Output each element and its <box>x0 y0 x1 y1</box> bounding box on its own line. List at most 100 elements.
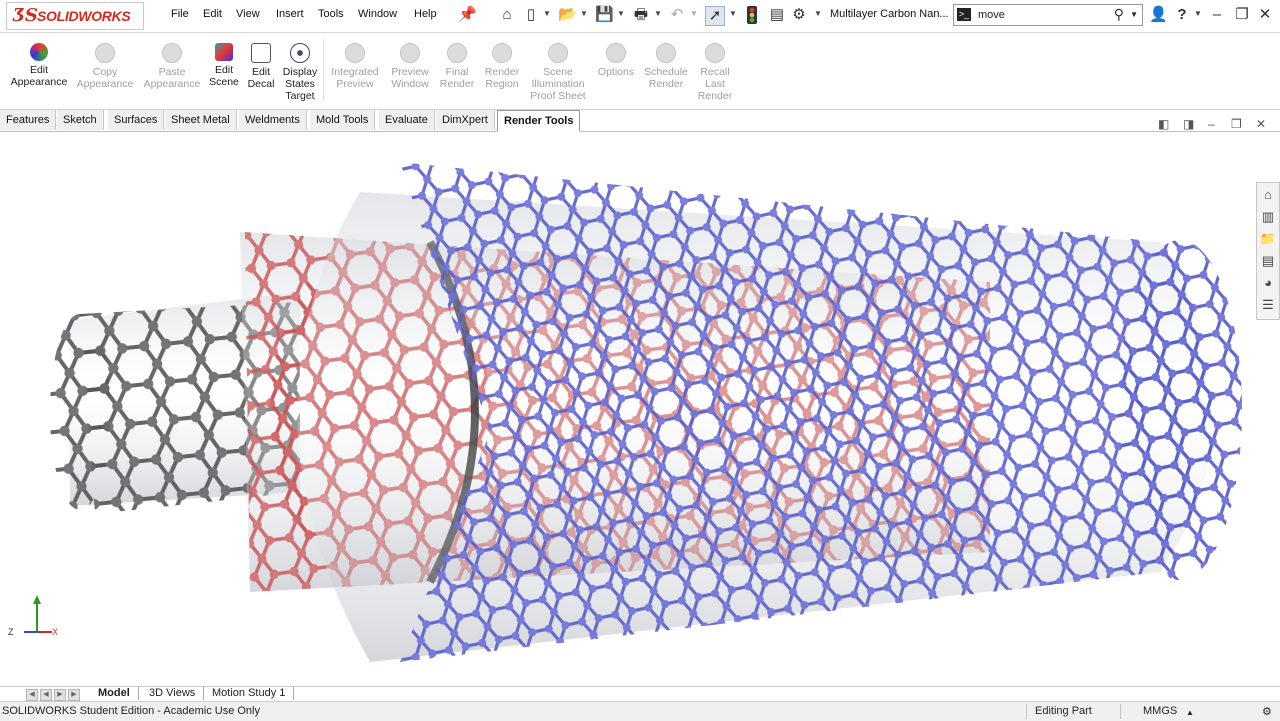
menu-edit[interactable]: Edit <box>203 8 222 20</box>
search-icon[interactable]: ⚲ <box>1114 6 1124 23</box>
home-icon[interactable]: ⌂ <box>498 6 516 24</box>
integrated-preview-button[interactable]: Integrated Preview <box>327 43 383 90</box>
last-tab-nav-icon[interactable]: ▶ <box>68 689 80 701</box>
menu-help[interactable]: Help <box>414 8 437 20</box>
view-palette-icon[interactable]: ▤ <box>1259 252 1277 270</box>
preview-window-button[interactable]: Preview Window <box>387 43 433 90</box>
viewport-minimize-icon[interactable]: – <box>1208 117 1215 131</box>
render-options-icon <box>606 43 626 63</box>
viewport-restore-icon[interactable]: ❐ <box>1231 117 1242 131</box>
next-view-icon[interactable]: ◨ <box>1183 117 1194 131</box>
menu-view[interactable]: View <box>236 8 260 20</box>
rebuild-options-icon[interactable]: ▤ <box>768 6 786 24</box>
status-bar: SOLIDWORKS Student Edition - Academic Us… <box>0 701 1280 721</box>
select-cursor-icon[interactable]: ➚ <box>705 6 725 26</box>
units-status[interactable]: MMGS <box>1143 705 1177 717</box>
next-tab-nav-icon[interactable]: ▶ <box>54 689 66 701</box>
command-prompt-icon: >_ <box>957 8 971 21</box>
final-render-button[interactable]: Final Render <box>437 43 477 90</box>
customize-status-icon[interactable]: ⚙ <box>1262 705 1272 718</box>
display-states-target-button[interactable]: Display States Target <box>280 43 320 102</box>
display-states-target-label: Display States Target <box>282 66 318 102</box>
model-tabs-bar: ◀ ◀ ▶ ▶ Model 3D Views Motion Study 1 <box>0 686 1280 701</box>
tab-motion-study-1[interactable]: Motion Study 1 <box>204 687 295 700</box>
tab-dimxpert[interactable]: DimXpert <box>436 110 495 130</box>
render-region-button[interactable]: Render Region <box>481 43 523 90</box>
edit-scene-button[interactable]: Edit Scene <box>206 43 242 88</box>
close-window-icon[interactable]: ✕ <box>1256 6 1274 24</box>
menu-window[interactable]: Window <box>358 8 397 20</box>
options-dropdown-caret[interactable]: ▼ <box>814 9 822 18</box>
proof-sheet-icon <box>548 43 568 63</box>
tab-render-tools[interactable]: Render Tools <box>497 110 581 132</box>
menu-tools[interactable]: Tools <box>318 8 344 20</box>
print-dropdown-caret[interactable]: ▼ <box>654 9 662 18</box>
pin-icon[interactable]: 📌 <box>458 6 477 24</box>
restore-window-icon[interactable]: ❐ <box>1233 6 1251 24</box>
document-title: Multilayer Carbon Nan... <box>830 8 949 20</box>
status-separator <box>1026 704 1027 719</box>
undo-dropdown-caret[interactable]: ▼ <box>690 9 698 18</box>
open-folder-icon[interactable]: 📂 <box>558 6 577 24</box>
menu-file[interactable]: File <box>171 8 189 20</box>
search-commands-field[interactable]: >_ move ⚲ ▼ <box>953 4 1143 26</box>
schedule-render-button[interactable]: Schedule Render <box>642 43 690 90</box>
preview-window-label: Preview Window <box>391 66 429 90</box>
search-dropdown-caret[interactable]: ▼ <box>1130 10 1138 19</box>
tab-model[interactable]: Model <box>90 687 139 700</box>
ds-logo-icon: ƷS <box>13 5 38 26</box>
first-tab-nav-icon[interactable]: ◀ <box>26 689 38 701</box>
units-dropdown-caret[interactable]: ▲ <box>1186 708 1194 717</box>
help-icon[interactable]: ? <box>1173 6 1191 24</box>
editing-mode-status: Editing Part <box>1035 705 1092 717</box>
edit-appearance-button[interactable]: Edit Appearance <box>6 43 72 88</box>
print-icon[interactable]: 🖶 <box>632 6 650 24</box>
new-dropdown-caret[interactable]: ▼ <box>543 9 551 18</box>
appearance-ball-icon <box>30 43 48 61</box>
previous-view-icon[interactable]: ◧ <box>1158 117 1169 131</box>
appearances-scenes-icon[interactable]: ◕ <box>1259 274 1277 292</box>
render-options-button[interactable]: Options <box>594 43 638 78</box>
undo-icon[interactable]: ↶ <box>668 6 686 24</box>
tab-surfaces[interactable]: Surfaces <box>108 110 165 130</box>
copy-appearance-button[interactable]: Copy Appearance <box>74 43 136 90</box>
recall-last-render-label: Recall Last Render <box>697 66 733 102</box>
tab-evaluate[interactable]: Evaluate <box>379 110 435 130</box>
scene-illumination-proof-sheet-button[interactable]: Scene Illumination Proof Sheet <box>526 43 590 102</box>
solidworks-logo[interactable]: ƷS SOLIDWORKS <box>6 2 144 30</box>
scene-illumination-proof-sheet-label: Scene Illumination Proof Sheet <box>530 66 586 102</box>
tab-mold-tools[interactable]: Mold Tools <box>310 110 376 130</box>
file-explorer-icon[interactable]: 📁 <box>1259 230 1277 248</box>
new-document-icon[interactable]: ▯ <box>522 6 540 24</box>
select-dropdown-caret[interactable]: ▼ <box>729 9 737 18</box>
viewport-close-icon[interactable]: ✕ <box>1256 117 1266 131</box>
edit-decal-label: Edit Decal <box>247 66 275 90</box>
search-input[interactable]: move <box>978 9 1005 21</box>
tab-sheet-metal[interactable]: Sheet Metal <box>165 110 237 130</box>
open-dropdown-caret[interactable]: ▼ <box>580 9 588 18</box>
tab-weldments[interactable]: Weldments <box>239 110 307 130</box>
minimize-window-icon[interactable]: – <box>1208 6 1226 24</box>
menu-insert[interactable]: Insert <box>276 8 304 20</box>
custom-properties-icon[interactable]: ☰ <box>1259 296 1277 314</box>
solidworks-resources-icon[interactable]: ⌂ <box>1259 186 1277 204</box>
recall-last-render-button[interactable]: Recall Last Render <box>694 43 736 102</box>
edition-status: SOLIDWORKS Student Edition - Academic Us… <box>2 705 260 717</box>
design-library-icon[interactable]: ▥ <box>1259 208 1277 226</box>
tab-3d-views[interactable]: 3D Views <box>141 687 205 700</box>
tab-features[interactable]: Features <box>0 110 57 130</box>
coordinate-triad: Z X <box>8 595 58 637</box>
save-icon[interactable]: 💾 <box>595 6 614 24</box>
user-account-icon[interactable]: 👤 <box>1149 6 1168 24</box>
tab-sketch[interactable]: Sketch <box>57 110 104 130</box>
help-dropdown-caret[interactable]: ▼ <box>1194 9 1202 18</box>
final-render-label: Final Render <box>439 66 475 90</box>
edit-decal-button[interactable]: Edit Decal <box>244 43 278 90</box>
outer-nanotube[interactable] <box>297 162 1242 662</box>
prev-tab-nav-icon[interactable]: ◀ <box>40 689 52 701</box>
save-dropdown-caret[interactable]: ▼ <box>617 9 625 18</box>
graphics-viewport[interactable]: Z X <box>0 132 1280 686</box>
paste-appearance-button[interactable]: Paste Appearance <box>140 43 204 90</box>
gear-icon[interactable]: ⚙ <box>790 6 808 24</box>
traffic-light-icon[interactable] <box>743 6 761 24</box>
